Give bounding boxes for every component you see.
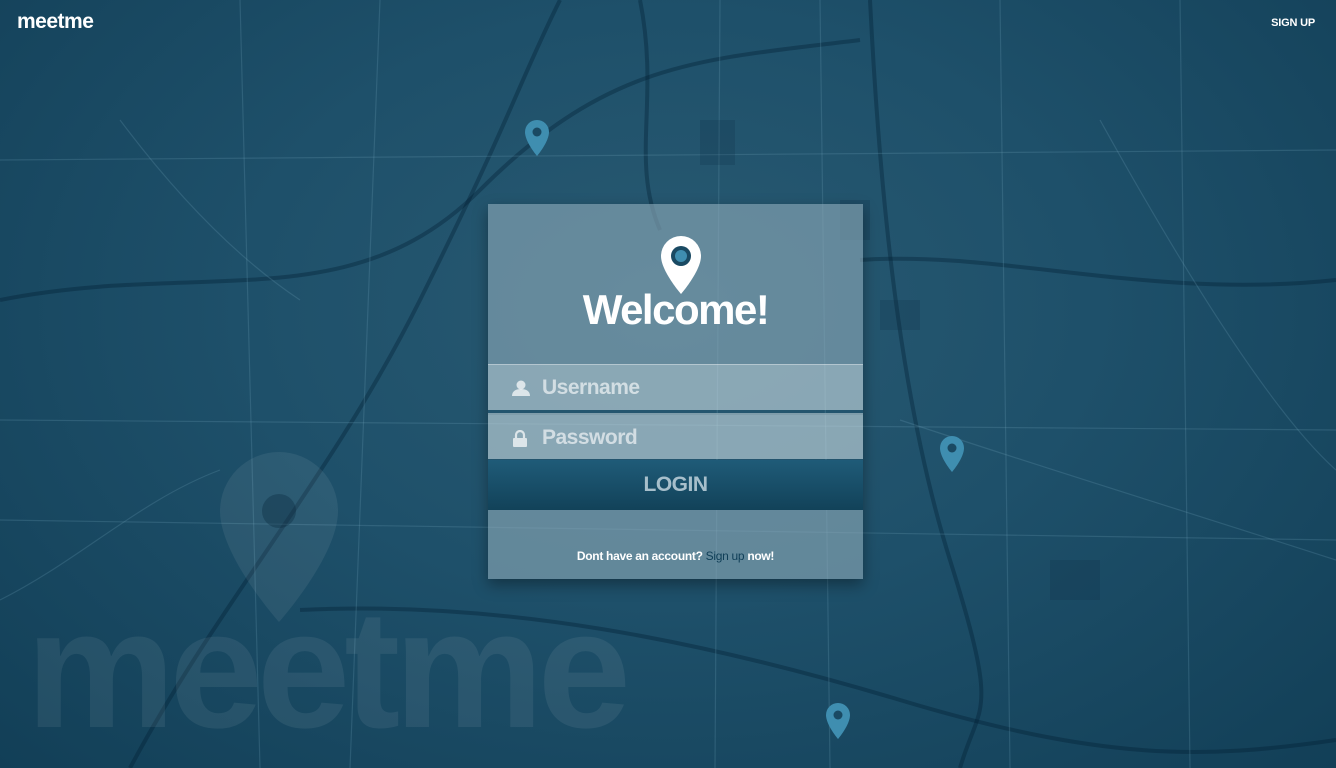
user-icon: [512, 380, 530, 401]
brand-logo[interactable]: meetme: [17, 10, 94, 34]
login-button[interactable]: LOGIN: [488, 460, 863, 510]
signup-prompt-suffix: now!: [747, 549, 775, 563]
signup-prompt-prefix: Dont have an account?: [576, 549, 703, 563]
card-footer: Dont have an account? Sign up now!: [488, 510, 863, 579]
signup-prompt: Dont have an account? Sign up now!: [488, 549, 863, 563]
card-header: Welcome!: [488, 204, 863, 364]
login-card: Welcome! LOGIN Dont have an account? Sig…: [488, 204, 863, 579]
top-bar: meetme SIGN UP: [0, 0, 1336, 46]
password-input[interactable]: [542, 421, 842, 455]
watermark-logo: meetme: [26, 575, 631, 763]
username-field: [488, 364, 863, 410]
welcome-title: Welcome!: [582, 286, 770, 333]
username-input[interactable]: [542, 371, 842, 405]
password-field: [488, 413, 863, 459]
header-signup-link[interactable]: SIGN UP: [1271, 17, 1315, 29]
footer-signup-link[interactable]: Sign up: [706, 549, 745, 563]
lock-icon: [512, 429, 528, 452]
